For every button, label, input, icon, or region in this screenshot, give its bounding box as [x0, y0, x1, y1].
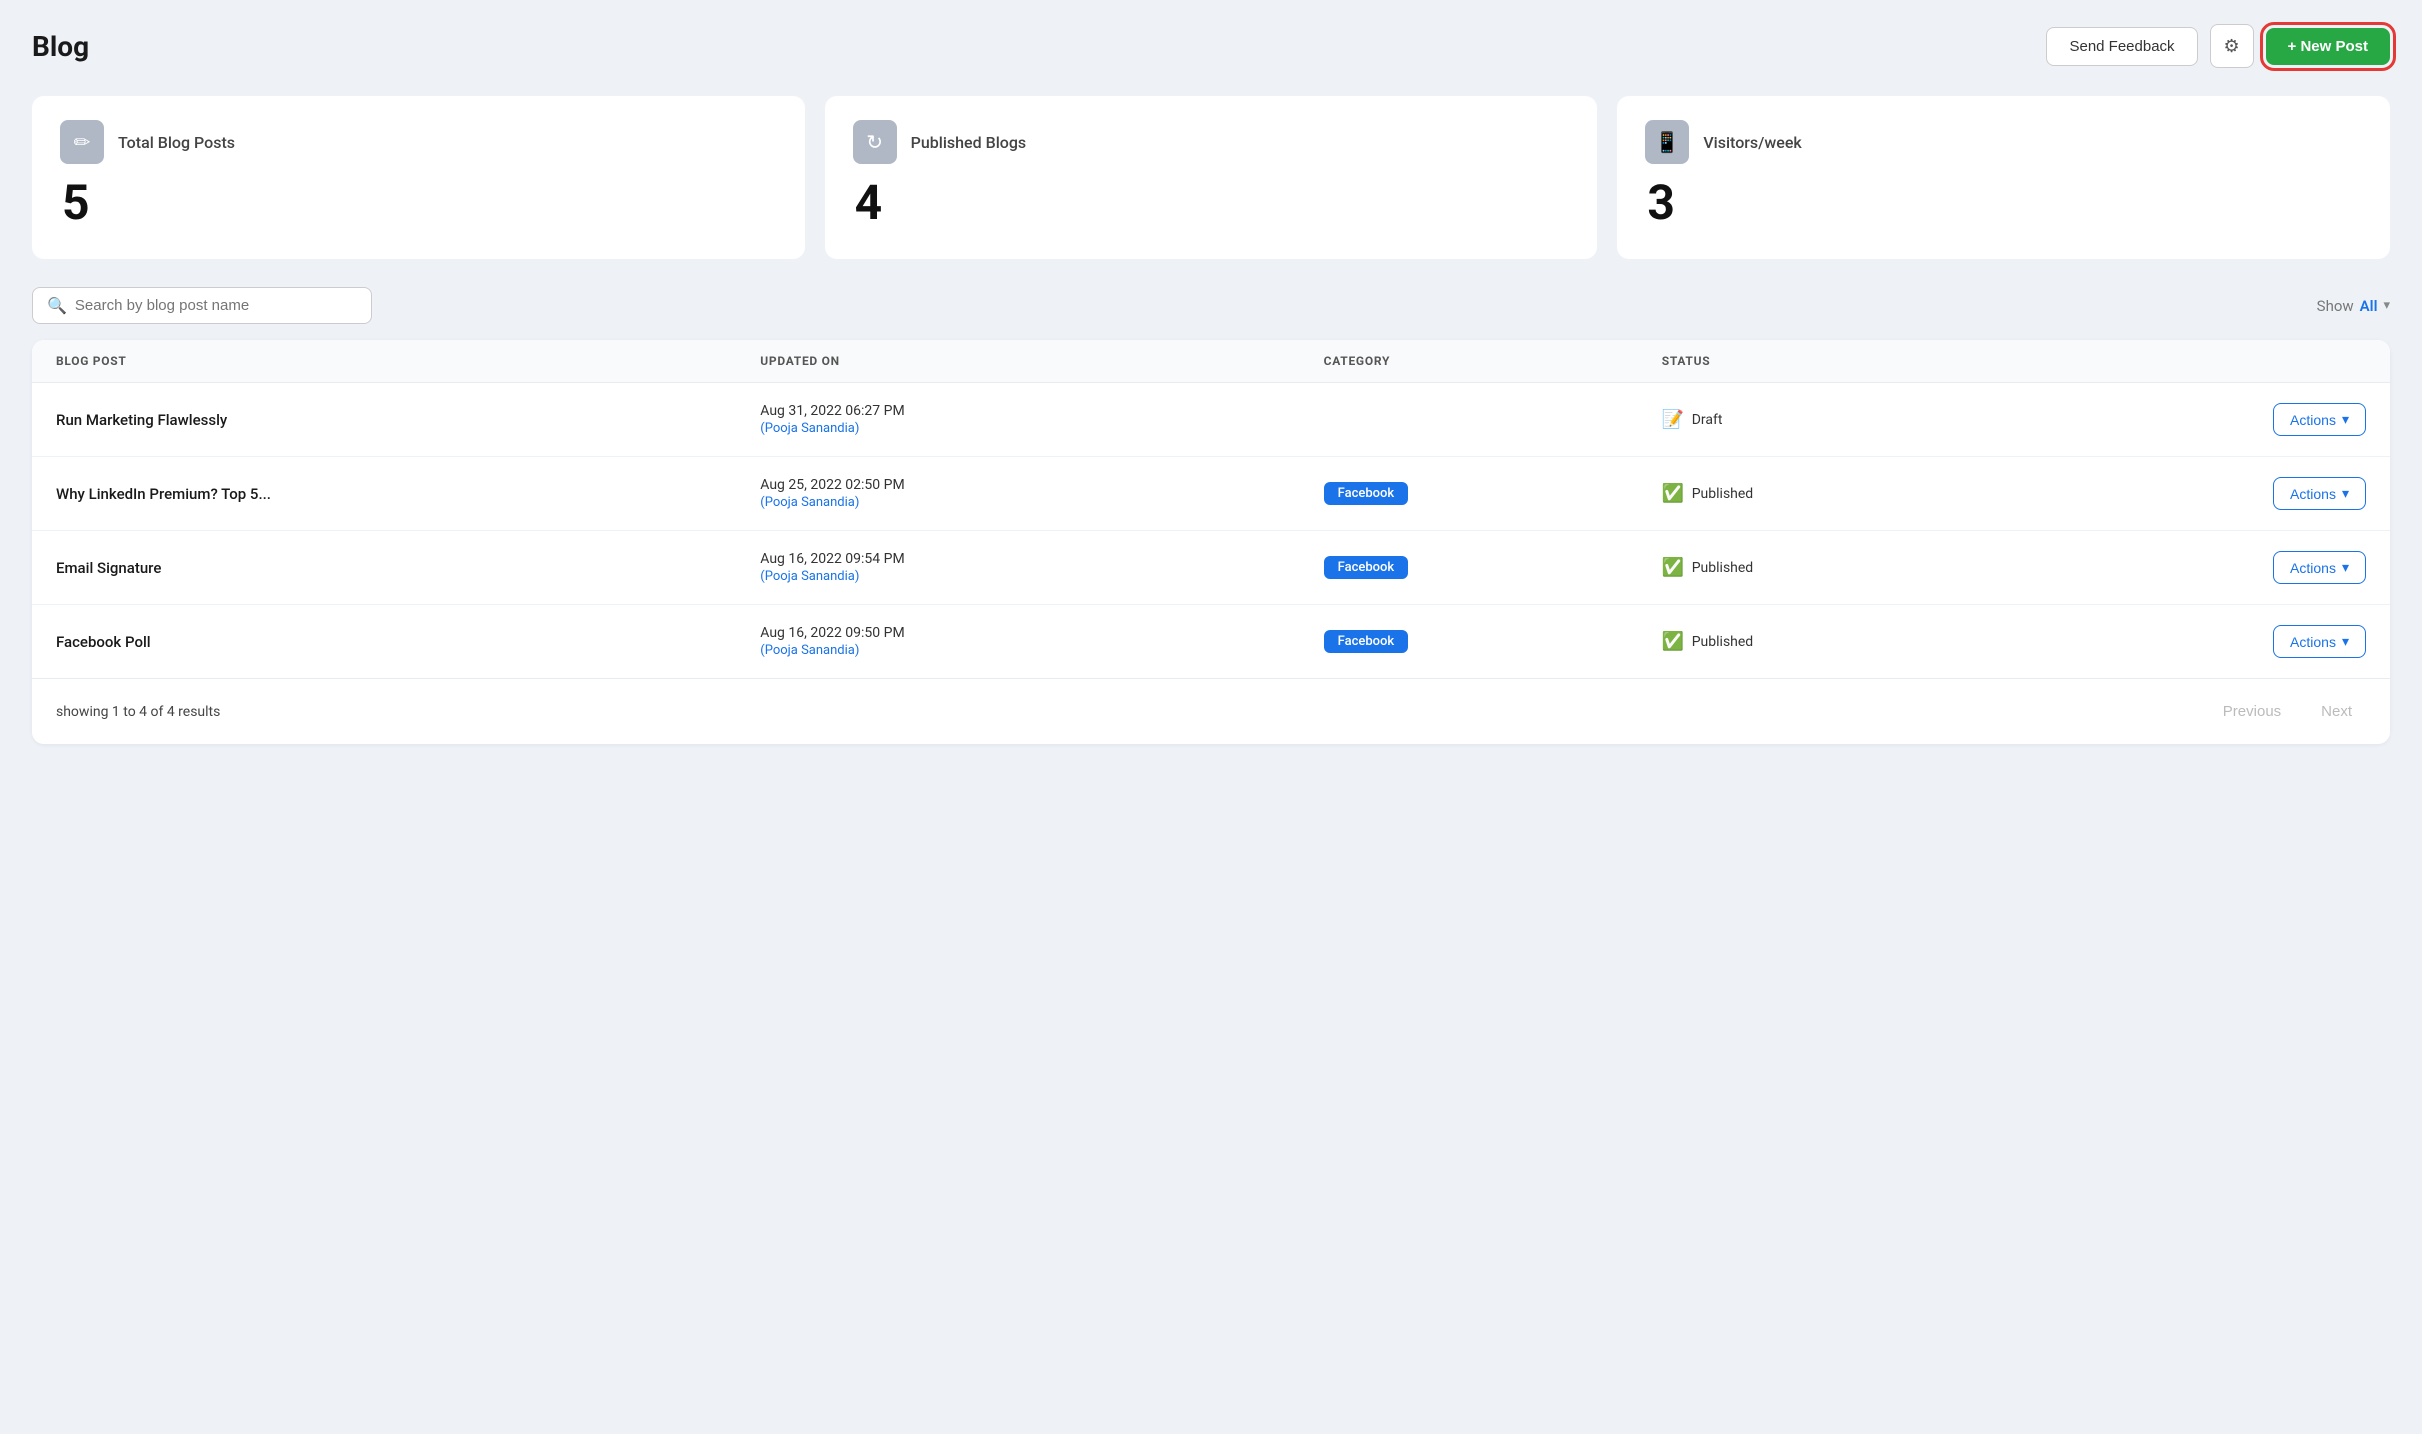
chevron-down-icon: ▾: [2342, 633, 2349, 650]
row-category-1: Facebook: [1324, 482, 1662, 505]
stat-value-published: 4: [855, 174, 1570, 231]
row-date-2: Aug 16, 2022 09:54 PM (Pooja Sanandia): [760, 551, 1323, 584]
row-status-2: ✅ Published: [1662, 557, 2085, 579]
published-icon: ✅: [1662, 557, 1684, 579]
stat-card-published: ↻ Published Blogs 4: [825, 96, 1598, 259]
actions-button[interactable]: Actions ▾: [2273, 625, 2366, 658]
row-category-2: Facebook: [1324, 556, 1662, 579]
header-actions: Send Feedback ⚙ + New Post: [2046, 24, 2390, 68]
page-title: Blog: [32, 30, 89, 63]
status-label: Published: [1692, 560, 1753, 576]
stats-row: ✏ Total Blog Posts 5 ↻ Published Blogs 4…: [32, 96, 2390, 259]
table-header: BLOG POST UPDATED ON CATEGORY STATUS: [32, 340, 2390, 383]
stat-header-total: ✏ Total Blog Posts: [60, 120, 777, 164]
actions-button[interactable]: Actions ▾: [2273, 551, 2366, 584]
stat-label-visitors: Visitors/week: [1703, 133, 1801, 152]
row-category-3: Facebook: [1324, 630, 1662, 653]
col-status: STATUS: [1662, 354, 2085, 368]
row-date-3: Aug 16, 2022 09:50 PM (Pooja Sanandia): [760, 625, 1323, 658]
col-actions: [2084, 354, 2366, 368]
updated-date: Aug 25, 2022 02:50 PM: [760, 477, 1323, 493]
updated-date: Aug 16, 2022 09:54 PM: [760, 551, 1323, 567]
table-row: Why LinkedIn Premium? Top 5... Aug 25, 2…: [32, 457, 2390, 531]
stat-card-visitors: 📱 Visitors/week 3: [1617, 96, 2390, 259]
row-actions-2: Actions ▾: [2084, 551, 2366, 584]
status-label: Draft: [1692, 412, 1723, 428]
row-actions-3: Actions ▾: [2084, 625, 2366, 658]
stat-card-total: ✏ Total Blog Posts 5: [32, 96, 805, 259]
stat-icon-visitors: 📱: [1645, 120, 1689, 164]
stat-header-visitors: 📱 Visitors/week: [1645, 120, 2362, 164]
stat-label-total: Total Blog Posts: [118, 133, 235, 152]
row-status-1: ✅ Published: [1662, 483, 2085, 505]
previous-button: Previous: [2209, 697, 2295, 726]
toolbar: 🔍 Show All ▾: [32, 287, 2390, 324]
table-row: Facebook Poll Aug 16, 2022 09:50 PM (Poo…: [32, 605, 2390, 678]
updated-author: (Pooja Sanandia): [760, 495, 1323, 510]
row-title-2: Email Signature: [56, 559, 760, 577]
stat-icon-total: ✏: [60, 120, 104, 164]
published-icon: ✅: [1662, 483, 1684, 505]
show-filter[interactable]: Show All ▾: [2317, 297, 2390, 315]
updated-author: (Pooja Sanandia): [760, 643, 1323, 658]
category-badge: Facebook: [1324, 482, 1409, 505]
updated-author: (Pooja Sanandia): [760, 569, 1323, 584]
blog-post-title: Run Marketing Flawlessly: [56, 411, 760, 429]
new-post-button[interactable]: + New Post: [2266, 28, 2390, 65]
gear-icon: ⚙: [2223, 36, 2239, 57]
row-status-3: ✅ Published: [1662, 631, 2085, 653]
results-text: showing 1 to 4 of 4 results: [56, 704, 220, 720]
search-input[interactable]: [75, 297, 357, 314]
stat-icon-published: ↻: [853, 120, 897, 164]
pagination: Previous Next: [2209, 697, 2366, 726]
blog-post-title: Facebook Poll: [56, 633, 760, 651]
chevron-down-icon: ▾: [2342, 559, 2349, 576]
row-title-3: Facebook Poll: [56, 633, 760, 651]
search-wrapper: 🔍: [32, 287, 372, 324]
row-title-0: Run Marketing Flawlessly: [56, 411, 760, 429]
show-label: Show: [2317, 297, 2354, 315]
category-badge: Facebook: [1324, 630, 1409, 653]
page-header: Blog Send Feedback ⚙ + New Post: [32, 24, 2390, 68]
stat-value-total: 5: [62, 174, 777, 231]
send-feedback-button[interactable]: Send Feedback: [2046, 27, 2197, 66]
col-category: CATEGORY: [1324, 354, 1662, 368]
show-value: All: [2360, 297, 2378, 315]
table-footer: showing 1 to 4 of 4 results Previous Nex…: [32, 678, 2390, 744]
search-icon: 🔍: [47, 296, 67, 315]
row-actions-1: Actions ▾: [2084, 477, 2366, 510]
col-blog-post: BLOG POST: [56, 354, 760, 368]
chevron-down-icon: ▾: [2383, 298, 2390, 313]
blog-post-title: Why LinkedIn Premium? Top 5...: [56, 485, 760, 503]
actions-button[interactable]: Actions ▾: [2273, 477, 2366, 510]
stat-value-visitors: 3: [1647, 174, 2362, 231]
col-updated-on: UPDATED ON: [760, 354, 1323, 368]
stat-header-published: ↻ Published Blogs: [853, 120, 1570, 164]
table-row: Run Marketing Flawlessly Aug 31, 2022 06…: [32, 383, 2390, 457]
row-title-1: Why LinkedIn Premium? Top 5...: [56, 485, 760, 503]
actions-button[interactable]: Actions ▾: [2273, 403, 2366, 436]
gear-settings-button[interactable]: ⚙: [2210, 24, 2254, 68]
status-label: Published: [1692, 486, 1753, 502]
status-label: Published: [1692, 634, 1753, 650]
blog-table: BLOG POST UPDATED ON CATEGORY STATUS Run…: [32, 340, 2390, 744]
updated-date: Aug 31, 2022 06:27 PM: [760, 403, 1323, 419]
updated-author: (Pooja Sanandia): [760, 421, 1323, 436]
table-row: Email Signature Aug 16, 2022 09:54 PM (P…: [32, 531, 2390, 605]
next-button: Next: [2307, 697, 2366, 726]
chevron-down-icon: ▾: [2342, 485, 2349, 502]
updated-date: Aug 16, 2022 09:50 PM: [760, 625, 1323, 641]
chevron-down-icon: ▾: [2342, 411, 2349, 428]
row-actions-0: Actions ▾: [2084, 403, 2366, 436]
table-body: Run Marketing Flawlessly Aug 31, 2022 06…: [32, 383, 2390, 678]
stat-label-published: Published Blogs: [911, 133, 1027, 152]
row-status-0: 📝 Draft: [1662, 409, 2085, 431]
blog-post-title: Email Signature: [56, 559, 760, 577]
published-icon: ✅: [1662, 631, 1684, 653]
category-badge: Facebook: [1324, 556, 1409, 579]
row-date-0: Aug 31, 2022 06:27 PM (Pooja Sanandia): [760, 403, 1323, 436]
row-date-1: Aug 25, 2022 02:50 PM (Pooja Sanandia): [760, 477, 1323, 510]
draft-icon: 📝: [1662, 409, 1684, 431]
